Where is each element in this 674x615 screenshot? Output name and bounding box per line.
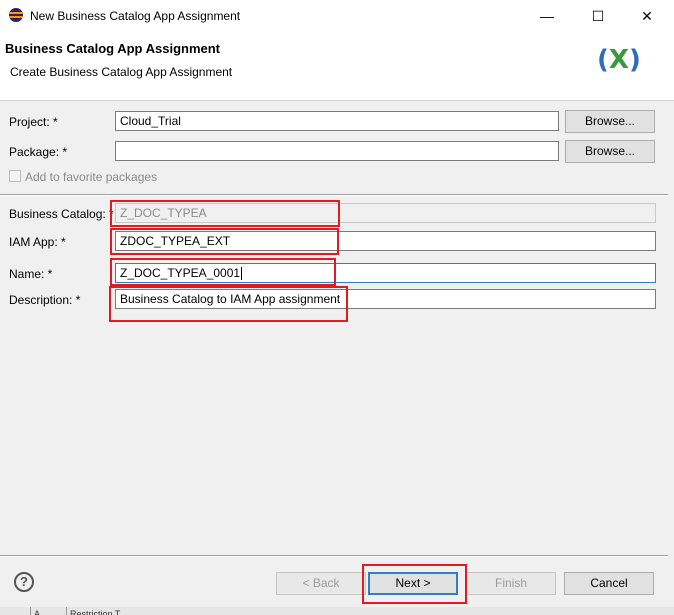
cancel-button[interactable]: Cancel: [564, 572, 654, 595]
close-button[interactable]: ✕: [624, 0, 670, 32]
window-title: New Business Catalog App Assignment: [30, 9, 241, 23]
favorite-checkbox[interactable]: [9, 170, 21, 182]
back-button[interactable]: < Back: [276, 572, 366, 595]
name-label: Name: *: [9, 267, 53, 281]
favorite-label: Add to favorite packages: [25, 170, 158, 184]
package-label: Package: *: [9, 145, 68, 159]
statusbar-item[interactable]: Restriction T...: [66, 607, 127, 615]
separator: [0, 555, 668, 557]
highlight-business-catalog: [110, 200, 340, 227]
highlight-name: [110, 258, 336, 286]
highlight-iam-app: [110, 228, 339, 255]
maximize-button[interactable]: ☐: [575, 0, 621, 32]
separator: [0, 194, 668, 196]
page-subtitle: Create Business Catalog App Assignment: [10, 65, 233, 79]
highlight-next: [362, 564, 467, 604]
business-catalog-label: Business Catalog: *: [9, 207, 114, 221]
iam-app-label: IAM App: *: [9, 235, 66, 249]
help-icon[interactable]: ?: [14, 572, 34, 592]
wizard-logo-icon: (X): [597, 45, 641, 75]
minimize-button[interactable]: —: [524, 0, 570, 32]
project-browse-button[interactable]: Browse...: [565, 110, 655, 133]
highlight-description: [109, 286, 348, 322]
page-title: Business Catalog App Assignment: [5, 41, 221, 56]
project-label: Project: *: [9, 115, 58, 129]
package-input[interactable]: [115, 141, 559, 161]
package-browse-button[interactable]: Browse...: [565, 140, 655, 163]
finish-button[interactable]: Finish: [466, 572, 556, 595]
statusbar-item[interactable]: A...: [30, 607, 48, 615]
wizard-header: Business Catalog App Assignment Create B…: [0, 32, 674, 101]
description-label: Description: *: [9, 293, 81, 307]
statusbar: A... Restriction T...: [0, 607, 674, 615]
window-titlebar[interactable]: New Business Catalog App Assignment — ☐ …: [0, 0, 674, 32]
eclipse-icon: [9, 8, 23, 22]
project-input[interactable]: Cloud_Trial: [115, 111, 559, 131]
